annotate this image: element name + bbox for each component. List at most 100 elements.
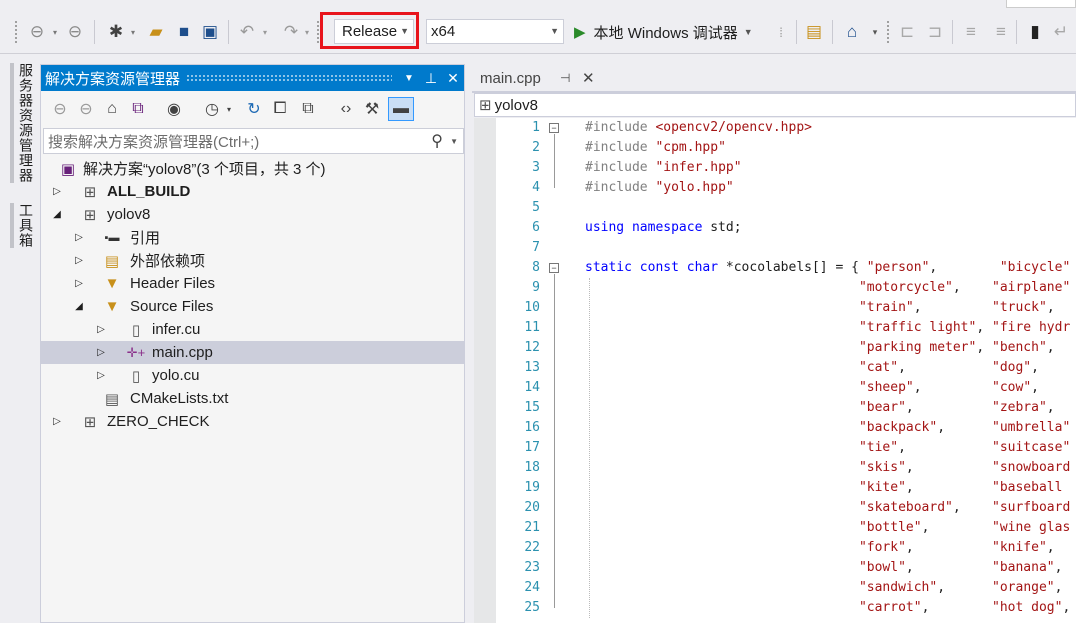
code-line[interactable]: 7 — [496, 238, 1076, 258]
tree-item-external-dependencies[interactable]: ▷ ▤ 外部依赖项 — [41, 249, 464, 272]
redo-icon[interactable]: ↷ — [280, 20, 302, 44]
code-line[interactable]: 23 "bowl", "banana", — [496, 558, 1076, 578]
toolbox-tab[interactable]: 工具箱 — [10, 203, 36, 248]
expand-arrow-icon[interactable]: ▷ — [73, 232, 85, 243]
expand-arrow-icon[interactable]: ▷ — [73, 278, 85, 289]
code-line[interactable]: 2 #include "cpm.hpp" — [496, 138, 1076, 158]
back-icon[interactable]: ⊖ — [49, 97, 71, 121]
expand-arrow-icon[interactable]: ▷ — [95, 370, 107, 381]
uncomment-icon[interactable]: ⊐ — [924, 20, 946, 44]
code-line[interactable]: 24 "sandwich", "orange", — [496, 578, 1076, 598]
close-icon[interactable]: ✕ — [582, 69, 595, 87]
code-line[interactable]: 3 #include "infer.hpp" — [496, 158, 1076, 178]
quick-launch-search[interactable] — [1006, 0, 1076, 8]
toolbar-options-icon[interactable]: ▾ — [868, 20, 882, 44]
properties-wrench-icon[interactable]: ⚒ — [361, 97, 383, 121]
chevron-down-icon[interactable]: ▾ — [223, 97, 235, 121]
code-line[interactable]: 14 "sheep", "cow", — [496, 378, 1076, 398]
server-explorer-tab[interactable]: 服务器资源管理器 — [10, 63, 36, 183]
new-project-icon[interactable]: ✱ — [104, 20, 128, 44]
toolbar-grip[interactable] — [14, 20, 18, 44]
solution-explorer-search[interactable]: 搜索解决方案资源管理器(Ctrl+;) ⚲ ▼ — [43, 128, 464, 154]
tree-item-cmakelists[interactable]: ▤ CMakeLists.txt — [41, 387, 464, 410]
tree-item-main-cpp[interactable]: ▷ ✛+ main.cpp — [41, 341, 464, 364]
tree-item-all-build[interactable]: ▷ ⊞ ALL_BUILD — [41, 180, 464, 203]
collapse-all-icon[interactable]: ⧠ — [269, 97, 291, 121]
code-line[interactable]: 22 "fork", "knife", — [496, 538, 1076, 558]
undo-dropdown-icon[interactable]: ▾ — [260, 20, 270, 44]
forward-icon[interactable]: ⊖ — [75, 97, 97, 121]
expand-arrow-icon[interactable]: ▷ — [51, 416, 63, 427]
code-line[interactable]: 19 "kite", "baseball — [496, 478, 1076, 498]
back-icon[interactable]: ⊖ — [26, 20, 48, 44]
code-line[interactable]: 16 "backpack", "umbrella" — [496, 418, 1076, 438]
code-line[interactable]: 8 static const char *cocolabels[] = { "pe… — [496, 258, 1076, 278]
code-line[interactable]: 11 "traffic light", "fire hydr — [496, 318, 1076, 338]
home-icon[interactable]: ⌂ — [101, 97, 123, 121]
preview-selected-items-icon[interactable]: ▬ — [388, 97, 414, 121]
pending-changes-icon[interactable]: ◷ — [201, 97, 223, 121]
code-line[interactable]: 21 "bottle", "wine glas — [496, 518, 1076, 538]
chevron-down-icon[interactable]: ▼ — [744, 27, 753, 37]
code-line[interactable]: 1 #include <opencv2/opencv.hpp> — [496, 118, 1076, 138]
tree-item-header-files[interactable]: ▷ ▼ Header Files — [41, 272, 464, 295]
code-line[interactable]: 13 "cat", "dog", — [496, 358, 1076, 378]
expand-arrow-icon[interactable]: ▷ — [95, 324, 107, 335]
search-icon[interactable]: ⚲ — [431, 131, 443, 151]
close-icon[interactable]: ✕ — [442, 70, 464, 87]
view-code-icon[interactable]: ‹› — [335, 97, 357, 121]
new-dropdown-icon[interactable]: ▾ — [128, 20, 138, 44]
code-line[interactable]: 6 using namespace std; — [496, 218, 1076, 238]
open-folder-icon[interactable]: ▰ — [144, 20, 168, 44]
back-dropdown-icon[interactable]: ▾ — [50, 20, 60, 44]
tree-item-references[interactable]: ▷ ▪▬ 引用 — [41, 226, 464, 249]
code-line[interactable]: 15 "bear", "zebra", — [496, 398, 1076, 418]
next-bookmark-icon[interactable]: ↵ — [1050, 20, 1072, 44]
solution-explorer-title-bar[interactable]: 解决方案资源管理器 ▼ ⊥ ✕ — [41, 65, 464, 91]
undo-icon[interactable]: ↶ — [236, 20, 258, 44]
show-all-files-icon[interactable]: ⧉ — [297, 97, 319, 121]
code-line[interactable]: 20 "skateboard", "surfboard — [496, 498, 1076, 518]
find-in-files-icon[interactable]: ▤ — [802, 20, 826, 44]
tree-item-source-files[interactable]: ◢ ▼ Source Files — [41, 295, 464, 318]
tree-item-yolo-cu[interactable]: ▷ ▯ yolo.cu — [41, 364, 464, 387]
home-icon[interactable]: ⌂ — [840, 20, 864, 44]
switch-views-icon[interactable]: ⧉ — [127, 97, 149, 121]
pin-icon[interactable]: ⊥ — [420, 70, 442, 87]
code-line[interactable]: 18 "skis", "snowboard — [496, 458, 1076, 478]
save-all-icon[interactable]: ▣ — [198, 20, 222, 44]
redo-dropdown-icon[interactable]: ▾ — [302, 20, 312, 44]
code-line[interactable]: 17 "tie", "suitcase" — [496, 438, 1076, 458]
collapse-arrow-icon[interactable]: ◢ — [51, 209, 63, 220]
code-line[interactable]: 25 "carrot", "hot dog", — [496, 598, 1076, 618]
solution-platform-select[interactable]: x64 ▼ — [426, 19, 564, 44]
indent-icon[interactable]: ≡ — [990, 20, 1012, 44]
forward-icon[interactable]: ⊖ — [64, 20, 86, 44]
collapse-arrow-icon[interactable]: ◢ — [73, 301, 85, 312]
chevron-down-icon[interactable]: ▼ — [450, 137, 458, 146]
code-line[interactable]: 4 #include "yolo.hpp" — [496, 178, 1076, 198]
code-editor[interactable]: − −1 #include <opencv2/opencv.hpp> 2 #includ… — [474, 118, 1076, 623]
pin-icon[interactable]: ⊣ — [560, 71, 570, 85]
outdent-icon[interactable]: ≡ — [960, 20, 982, 44]
bookmark-icon[interactable]: ▮ — [1024, 20, 1046, 44]
expand-arrow-icon[interactable]: ▷ — [73, 255, 85, 266]
tree-item-solution[interactable]: ▣ 解决方案“yolov8”(3 个项目，共 3 个) — [41, 157, 464, 180]
tree-item-zero-check[interactable]: ▷ ⊞ ZERO_CHECK — [41, 410, 464, 433]
globe-icon[interactable]: ◉ — [163, 97, 185, 121]
code-line[interactable]: 10 "train", "truck", — [496, 298, 1076, 318]
tree-item-infer-cu[interactable]: ▷ ▯ infer.cu — [41, 318, 464, 341]
tree-item-yolov8[interactable]: ◢ ⊞ yolov8 — [41, 203, 464, 226]
code-line[interactable]: 9 "motorcycle", "airplane" — [496, 278, 1076, 298]
code-line[interactable]: 5 — [496, 198, 1076, 218]
window-position-icon[interactable]: ▼ — [398, 73, 420, 84]
toolbar-grip[interactable] — [886, 20, 890, 44]
save-icon[interactable]: ■ — [172, 20, 196, 44]
comment-icon[interactable]: ⊏ — [896, 20, 918, 44]
start-debugging-button[interactable]: ▶ 本地 Windows 调试器 ▼ — [574, 20, 753, 44]
overflow-icon[interactable]: ⁞ — [774, 20, 788, 44]
navigation-bar[interactable]: ⊞ yolov8 — [474, 93, 1076, 117]
expand-arrow-icon[interactable]: ▷ — [95, 347, 107, 358]
code-line[interactable]: 12 "parking meter", "bench", — [496, 338, 1076, 358]
refresh-icon[interactable]: ↻ — [243, 97, 265, 121]
